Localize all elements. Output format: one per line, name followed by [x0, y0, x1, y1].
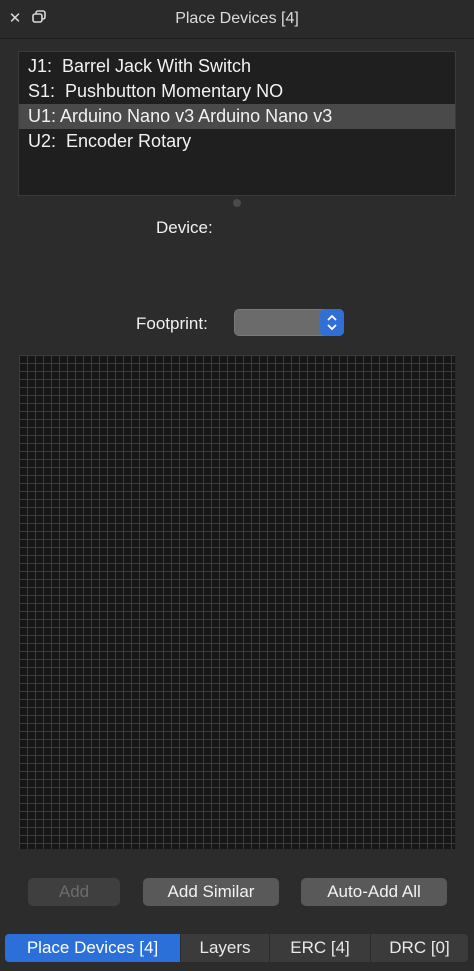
tab-erc[interactable]: ERC [4] — [270, 934, 371, 962]
footprint-preview-canvas[interactable] — [18, 354, 456, 850]
tab-layers[interactable]: Layers — [181, 934, 270, 962]
tab-place-devices[interactable]: Place Devices [4] — [5, 934, 181, 962]
splitter-handle[interactable] — [233, 199, 241, 207]
device-label: Device: — [156, 218, 213, 237]
auto-add-all-button[interactable]: Auto-Add All — [301, 878, 447, 906]
window-title: Place Devices [4] — [175, 10, 299, 27]
device-list[interactable]: J1: Barrel Jack With Switch S1: Pushbutt… — [18, 51, 456, 196]
footprint-label: Footprint: — [136, 314, 208, 333]
device-list-item-selected[interactable]: U1: Arduino Nano v3 Arduino Nano v3 — [19, 104, 455, 129]
title-bar: ✕ Place Devices [4] — [0, 0, 474, 39]
device-list-item[interactable]: U2: Encoder Rotary — [19, 129, 455, 154]
bottom-tab-bar: Place Devices [4] Layers ERC [4] DRC [0] — [0, 932, 474, 962]
add-button[interactable]: Add — [28, 878, 120, 906]
footprint-select[interactable] — [234, 309, 344, 336]
device-list-item[interactable]: J1: Barrel Jack With Switch — [19, 54, 455, 79]
add-similar-button[interactable]: Add Similar — [143, 878, 279, 906]
tab-drc[interactable]: DRC [0] — [371, 934, 469, 962]
chevron-updown-icon — [320, 309, 344, 336]
device-list-item[interactable]: S1: Pushbutton Momentary NO — [19, 79, 455, 104]
